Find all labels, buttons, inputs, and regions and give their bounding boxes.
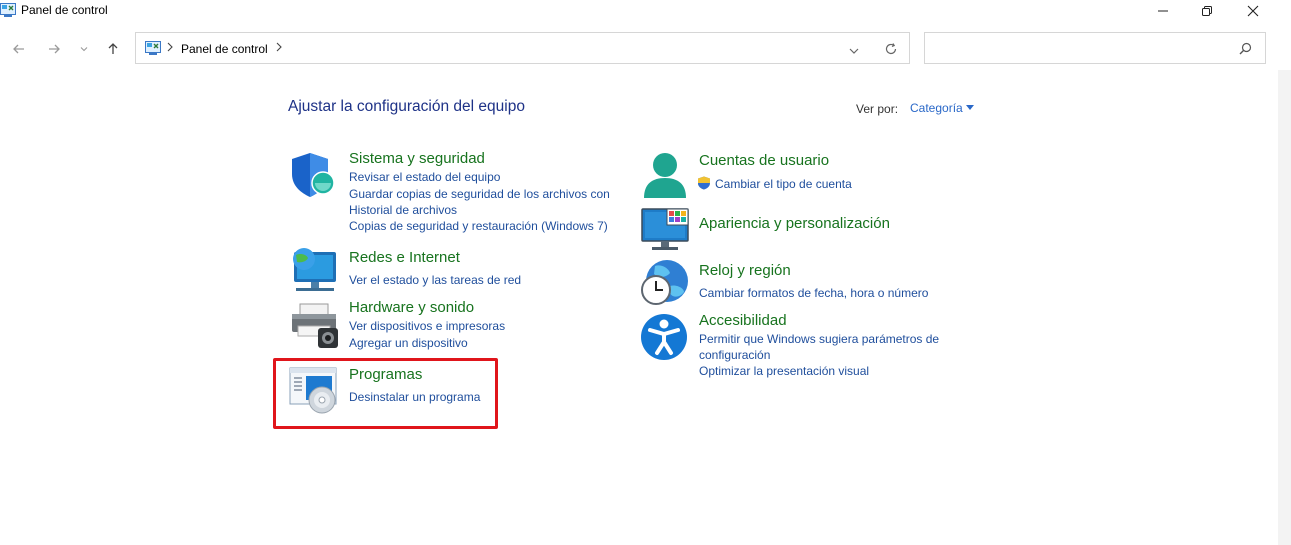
category-apariencia-personalizacion[interactable]: Apariencia y personalización: [699, 215, 890, 232]
printer-icon[interactable]: [290, 300, 340, 350]
appearance-monitor-icon[interactable]: [640, 206, 690, 256]
link-cambiar-tipo-cuenta[interactable]: Cambiar el tipo de cuenta: [715, 176, 852, 192]
link-optimizar-presentacion[interactable]: Optimizar la presentación visual: [699, 363, 869, 379]
control-panel-icon: [145, 41, 161, 55]
highlight-box: [273, 358, 498, 429]
category-hardware-sonido[interactable]: Hardware y sonido: [349, 299, 474, 316]
scrollbar-track[interactable]: [1278, 70, 1291, 545]
view-by-label: Ver por:: [856, 102, 899, 116]
search-button[interactable]: [1239, 42, 1252, 60]
link-permitir-sugerir[interactable]: Permitir que Windows sugiera parámetros …: [699, 331, 939, 347]
view-by-dropdown[interactable]: Categoría: [910, 101, 963, 115]
breadcrumb-separator-icon[interactable]: [275, 41, 283, 55]
link-ver-dispositivos[interactable]: Ver dispositivos e impresoras: [349, 318, 505, 334]
link-historial-archivos[interactable]: Historial de archivos: [349, 202, 457, 218]
category-reloj-region[interactable]: Reloj y región: [699, 262, 791, 279]
link-guardar-copias[interactable]: Guardar copias de seguridad de los archi…: [349, 186, 610, 202]
up-button[interactable]: [101, 38, 125, 60]
link-estado-red[interactable]: Ver el estado y las tareas de red: [349, 272, 521, 288]
category-cuentas-usuario[interactable]: Cuentas de usuario: [699, 152, 829, 169]
forward-button[interactable]: [42, 38, 66, 60]
user-account-icon[interactable]: [640, 150, 690, 200]
link-copias-restauracion[interactable]: Copias de seguridad y restauración (Wind…: [349, 218, 608, 234]
search-icon: [1239, 42, 1252, 55]
maximize-button[interactable]: [1184, 0, 1230, 22]
search-box[interactable]: [924, 32, 1266, 64]
title-bar: Panel de control: [0, 0, 1291, 24]
shield-icon[interactable]: [290, 150, 340, 200]
control-panel-icon: [0, 3, 16, 17]
category-sistema-seguridad[interactable]: Sistema y seguridad: [349, 150, 485, 167]
accessibility-icon[interactable]: [640, 313, 690, 363]
close-icon: [1247, 5, 1259, 17]
caret-down-icon[interactable]: [966, 105, 974, 110]
close-button[interactable]: [1230, 0, 1276, 22]
back-button[interactable]: [7, 38, 31, 60]
address-bar[interactable]: Panel de control: [135, 32, 910, 64]
category-redes-internet[interactable]: Redes e Internet: [349, 249, 460, 266]
minimize-icon: [1158, 10, 1168, 12]
chevron-down-icon: [80, 47, 88, 52]
uac-shield-icon: [697, 176, 711, 190]
minimize-button[interactable]: [1140, 0, 1186, 22]
arrow-right-icon: [49, 44, 60, 54]
address-dropdown-button[interactable]: [848, 43, 860, 61]
arrow-up-icon: [108, 43, 118, 54]
page-title: Ajustar la configuración del equipo: [288, 98, 525, 115]
chevron-down-icon: [849, 48, 859, 54]
breadcrumb-separator-icon[interactable]: [166, 41, 174, 55]
link-revisar-estado[interactable]: Revisar el estado del equipo: [349, 169, 500, 185]
arrow-left-icon: [13, 44, 24, 54]
search-input[interactable]: [929, 37, 1233, 61]
link-agregar-dispositivo[interactable]: Agregar un dispositivo: [349, 335, 468, 351]
refresh-button[interactable]: [884, 42, 898, 61]
refresh-icon: [885, 43, 897, 55]
clock-globe-icon[interactable]: [640, 258, 690, 308]
window-title: Panel de control: [21, 3, 108, 17]
recent-locations-button[interactable]: [74, 38, 94, 60]
link-configuracion[interactable]: configuración: [699, 347, 770, 363]
breadcrumb-item[interactable]: Panel de control: [181, 42, 268, 56]
network-globe-icon[interactable]: [290, 246, 340, 296]
restore-icon: [1202, 6, 1212, 16]
category-accesibilidad[interactable]: Accesibilidad: [699, 312, 787, 329]
link-cambiar-formatos[interactable]: Cambiar formatos de fecha, hora o número: [699, 285, 928, 301]
